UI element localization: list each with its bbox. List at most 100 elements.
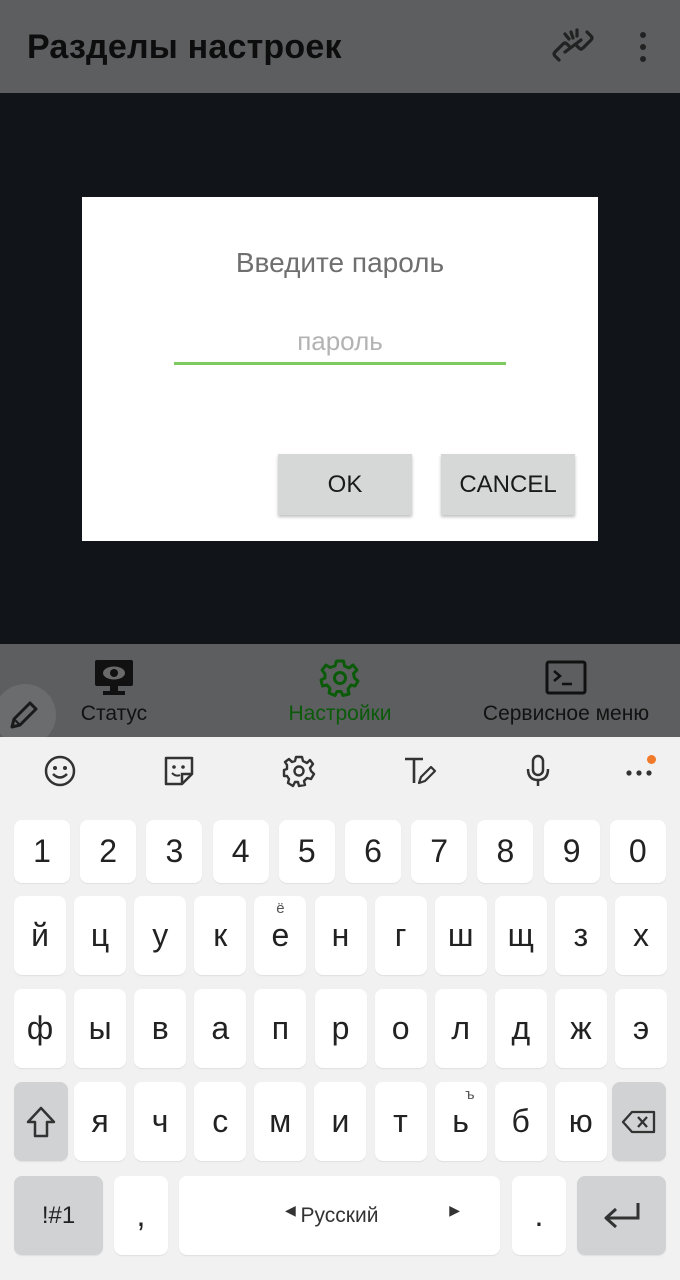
key-letter-label: щ bbox=[507, 917, 534, 953]
key-letter-label: э bbox=[632, 1010, 650, 1046]
key-4[interactable]: 4 bbox=[212, 820, 269, 883]
key-letter-label: ч bbox=[151, 1103, 169, 1139]
key-letter-label: л bbox=[451, 1010, 471, 1046]
key-2[interactable]: 2 bbox=[80, 820, 137, 883]
key-letter-label: г bbox=[394, 917, 407, 953]
key-5-label: 5 bbox=[297, 833, 316, 869]
key-letter[interactable]: о bbox=[374, 989, 427, 1068]
key-3[interactable]: 3 bbox=[146, 820, 203, 883]
key-letter[interactable]: ш bbox=[434, 896, 487, 975]
key-letter-label: п bbox=[271, 1010, 290, 1046]
key-letter[interactable]: ж bbox=[554, 989, 607, 1068]
space-key[interactable]: Русский ◀ ▶ bbox=[179, 1176, 500, 1255]
key-letter-label: в bbox=[151, 1010, 169, 1046]
key-7[interactable]: 7 bbox=[411, 820, 468, 883]
gear-icon bbox=[319, 659, 360, 697]
pencil-icon bbox=[10, 701, 38, 729]
nav-label-settings: Настройки bbox=[288, 702, 392, 725]
nav-label-service-menu: Сервисное меню bbox=[482, 702, 650, 725]
key-1[interactable]: 1 bbox=[14, 820, 70, 883]
password-dialog: Введите пароль OK CANCEL bbox=[82, 197, 598, 541]
key-letter-label: м bbox=[269, 1103, 292, 1139]
key-letter[interactable]: ц bbox=[74, 896, 127, 975]
key-letter[interactable]: я bbox=[74, 1082, 126, 1161]
link-broken-icon[interactable] bbox=[551, 26, 595, 66]
key-letter[interactable]: г bbox=[374, 896, 427, 975]
key-letter[interactable]: м bbox=[254, 1082, 307, 1161]
key-letter[interactable]: с bbox=[194, 1082, 247, 1161]
app-root: Разделы настроек Введите пароль OK CANCE… bbox=[0, 0, 680, 1280]
password-input[interactable] bbox=[174, 321, 506, 365]
key-5[interactable]: 5 bbox=[278, 820, 335, 883]
key-letter-label: ь bbox=[452, 1103, 469, 1139]
comma-key-label: , bbox=[136, 1197, 146, 1233]
backspace-key[interactable] bbox=[612, 1082, 666, 1161]
arrow-left-icon: ◀ bbox=[285, 1202, 296, 1218]
key-letter[interactable]: п bbox=[254, 989, 307, 1068]
ok-button[interactable]: OK bbox=[278, 454, 412, 515]
key-letter-label: е bbox=[271, 917, 290, 953]
key-8-label: 8 bbox=[496, 833, 515, 869]
key-letter[interactable]: к bbox=[194, 896, 247, 975]
key-letter[interactable]: и bbox=[314, 1082, 367, 1161]
key-letter[interactable]: ьъ bbox=[434, 1082, 487, 1161]
soft-keyboard: 1234 567 8 90 йцукеён г шщзх фы в а п ролджэ ячсм ить… bbox=[0, 737, 680, 1280]
key-9[interactable]: 9 bbox=[543, 820, 600, 883]
key-letter[interactable]: ю bbox=[554, 1082, 607, 1161]
key-7-label: 7 bbox=[430, 833, 449, 869]
key-letter[interactable]: й bbox=[14, 896, 66, 975]
key-letter[interactable]: её bbox=[254, 896, 307, 975]
key-letter-label: ф bbox=[26, 1010, 54, 1046]
key-6[interactable]: 6 bbox=[345, 820, 401, 883]
key-letter[interactable]: э bbox=[615, 989, 667, 1068]
key-9-label: 9 bbox=[562, 833, 581, 869]
key-letter[interactable]: л bbox=[434, 989, 487, 1068]
nav-item-status[interactable]: Статус bbox=[50, 644, 178, 737]
text-edit-icon[interactable] bbox=[401, 753, 437, 789]
key-letter-label: ш bbox=[447, 917, 474, 953]
key-letter-label: у bbox=[152, 917, 169, 953]
key-letter-label: ы bbox=[88, 1010, 112, 1046]
key-letter[interactable]: т bbox=[374, 1082, 427, 1161]
settings-icon[interactable] bbox=[281, 753, 317, 789]
shift-key[interactable] bbox=[14, 1082, 68, 1161]
key-8[interactable]: 8 bbox=[477, 820, 534, 883]
more-vert-icon[interactable] bbox=[630, 30, 656, 64]
space-key-label: Русский bbox=[300, 1203, 379, 1227]
comma-key[interactable]: , bbox=[114, 1176, 168, 1255]
symbols-key[interactable]: !#1 bbox=[14, 1176, 103, 1255]
nav-item-service-menu[interactable]: Сервисное меню bbox=[462, 644, 670, 737]
microphone-icon[interactable] bbox=[520, 753, 556, 789]
cancel-button[interactable]: CANCEL bbox=[441, 454, 575, 515]
emoji-icon[interactable] bbox=[42, 753, 78, 789]
enter-key[interactable] bbox=[577, 1176, 666, 1255]
key-letter[interactable]: у bbox=[134, 896, 187, 975]
key-letter[interactable]: ф bbox=[14, 989, 66, 1068]
key-letter-label: й bbox=[31, 917, 49, 953]
key-letter[interactable]: д bbox=[494, 989, 547, 1068]
key-letter[interactable]: ч bbox=[134, 1082, 187, 1161]
key-letter[interactable]: з bbox=[554, 896, 607, 975]
key-letter[interactable]: н bbox=[314, 896, 367, 975]
key-letter-label: р bbox=[331, 1010, 350, 1046]
key-letter[interactable]: щ bbox=[494, 896, 547, 975]
key-0[interactable]: 0 bbox=[609, 820, 666, 883]
key-letter-label: а bbox=[211, 1010, 230, 1046]
key-letter-label: и bbox=[331, 1103, 350, 1139]
monitor-eye-icon bbox=[95, 660, 133, 695]
period-key[interactable]: . bbox=[512, 1176, 566, 1255]
key-4-label: 4 bbox=[231, 833, 250, 869]
key-letter[interactable]: р bbox=[314, 989, 367, 1068]
key-letter-alt-label: ъ bbox=[465, 1086, 475, 1103]
key-letter-label: н bbox=[331, 917, 350, 953]
key-letter[interactable]: б bbox=[494, 1082, 547, 1161]
key-letter[interactable]: х bbox=[615, 896, 667, 975]
sticker-icon[interactable] bbox=[161, 753, 197, 789]
key-letter[interactable]: ы bbox=[74, 989, 127, 1068]
page-title: Разделы настроек bbox=[27, 28, 342, 66]
key-letter[interactable]: в bbox=[134, 989, 187, 1068]
nav-item-settings[interactable]: Настройки bbox=[262, 644, 418, 737]
key-letter[interactable]: а bbox=[194, 989, 247, 1068]
top-app-bar: Разделы настроек bbox=[0, 0, 680, 93]
shift-icon bbox=[26, 1106, 56, 1137]
